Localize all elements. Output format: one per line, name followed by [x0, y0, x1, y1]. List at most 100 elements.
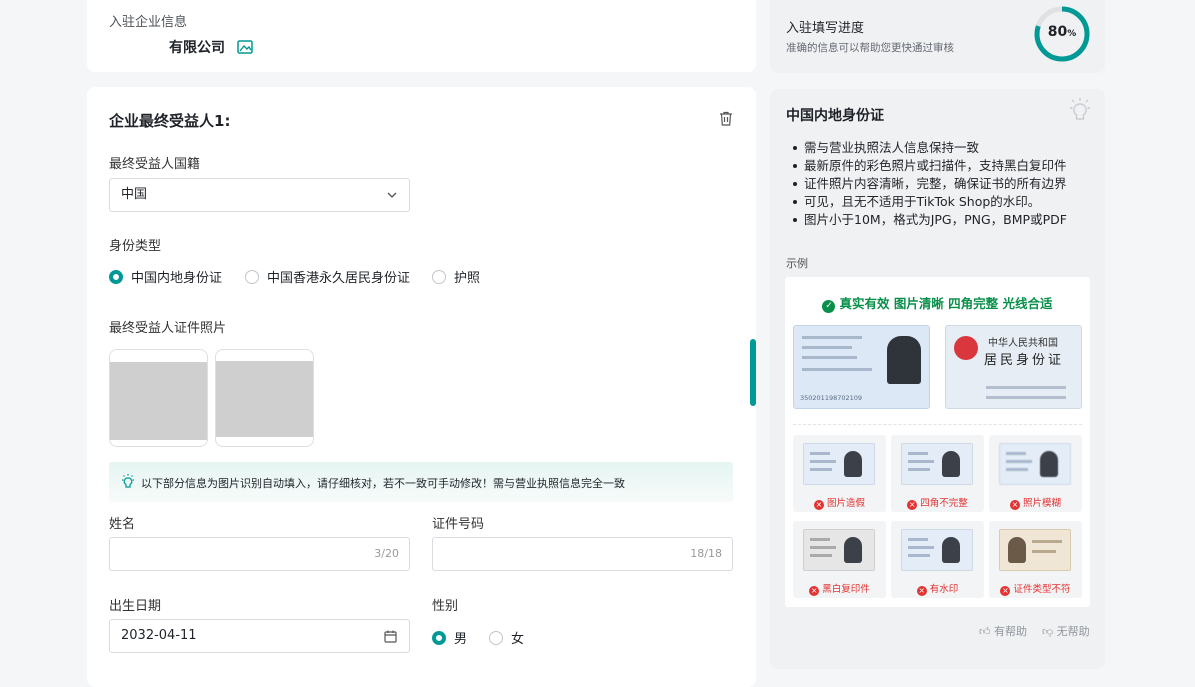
- radio-gender-male[interactable]: 男: [432, 628, 467, 647]
- bad-example: × 有水印: [891, 521, 984, 598]
- bad-example: × 四角不完整: [891, 435, 984, 512]
- radio-id-passport[interactable]: 护照: [432, 267, 480, 286]
- x-circle-icon: ×: [907, 500, 918, 510]
- progress-title: 入驻填写进度: [786, 21, 865, 36]
- bad-example: × 照片模糊: [989, 435, 1082, 512]
- company-info-card: 入驻企业信息 有限公司: [87, 0, 756, 72]
- id-text-lines: [802, 356, 857, 359]
- divider: [793, 424, 1082, 425]
- bad-caption-text: 证件类型不符: [1013, 584, 1071, 595]
- id-back-line2: 居民身份证: [984, 353, 1065, 368]
- bad-caption-text: 四角不完整: [920, 498, 968, 509]
- ocr-notice: 以下部分信息为图片识别自动填入，请仔细核对，若不一致可手动修改！需与营业执照信息…: [109, 462, 733, 502]
- id-number-input[interactable]: 18/18: [432, 537, 733, 571]
- radio-label: 女: [511, 632, 525, 647]
- id-text-lines: [802, 368, 872, 371]
- bad-example: × 证件类型不符: [989, 521, 1082, 598]
- id-type-label: 身份类型: [109, 239, 162, 254]
- helpful-label: 有帮助: [994, 625, 1027, 638]
- radio-dot-selected: [109, 269, 123, 284]
- id-back-line1: 中华人民共和国: [988, 338, 1058, 349]
- radio-label: 中国香港永久居民身份证: [267, 271, 411, 286]
- photos-label: 最终受益人证件照片: [109, 321, 227, 336]
- id-text-lines: [986, 396, 1066, 399]
- bad-caption-text: 照片模糊: [1022, 498, 1061, 509]
- bad-example: × 图片造假: [793, 435, 886, 512]
- photo-placeholder: [110, 362, 207, 440]
- id-thumb: [999, 443, 1071, 485]
- good-caption: 真实有效 图片清晰 四角完整 光线合适: [839, 296, 1053, 311]
- id-photo-front-thumb[interactable]: [109, 349, 208, 447]
- radio-id-mainland[interactable]: 中国内地身份证: [109, 267, 222, 286]
- bulb-icon: [1070, 98, 1090, 120]
- help-bullet-continuation: 可见，且无不适用于TikTok Shop的水印。: [790, 193, 1100, 211]
- example-box: ✓ 真实有效 图片清晰 四角完整 光线合适 350201198702109 中华人…: [785, 277, 1090, 607]
- thumbs-up-icon: 👍︎: [979, 625, 991, 638]
- id-number-text: 350201198702109: [800, 394, 863, 402]
- bad-caption: × 证件类型不符: [989, 581, 1082, 596]
- radio-gender-female[interactable]: 女: [489, 628, 524, 647]
- beneficiary-card: 企业最终受益人1: 最终受益人国籍 中国 身份类型 中国内地身份证 中国香港永久…: [87, 87, 756, 687]
- beneficiary-title: 企业最终受益人1:: [109, 112, 231, 130]
- bad-example: × 黑白复印件: [793, 521, 886, 598]
- help-panel: 中国内地身份证 需与营业执照法人信息保持一致 最新原件的彩色照片或扫描件，支持黑…: [770, 89, 1105, 669]
- not-helpful-button[interactable]: 👎︎ 无帮助: [1042, 623, 1090, 639]
- id-thumb: [803, 443, 875, 485]
- scroll-indicator[interactable]: [750, 339, 756, 406]
- id-text-lines: [802, 336, 862, 339]
- nationality-select[interactable]: 中国: [109, 178, 410, 212]
- x-circle-icon: ×: [809, 586, 820, 596]
- bad-caption: × 照片模糊: [989, 495, 1082, 510]
- id-text-lines: [802, 346, 852, 349]
- birth-date-value: 2032-04-11: [121, 628, 197, 643]
- help-bullet: 图片小于10M，格式为JPG，PNG，BMP或PDF: [790, 211, 1100, 229]
- id-number-label: 证件号码: [432, 517, 485, 532]
- id-thumb: [901, 529, 973, 571]
- bad-caption: × 图片造假: [793, 495, 886, 510]
- radio-dot: [432, 269, 446, 284]
- bad-caption: × 四角不完整: [891, 495, 984, 510]
- help-bullet: 需与营业执照法人信息保持一致: [790, 139, 1100, 157]
- progress-percent-sign: %: [1067, 29, 1077, 39]
- progress-number: 80: [1047, 24, 1068, 40]
- birth-date-input[interactable]: 2032-04-11: [109, 619, 410, 653]
- name-counter: 3/20: [374, 547, 399, 560]
- bad-caption-text: 有水印: [929, 584, 959, 595]
- progress-percent: 80%: [1034, 24, 1090, 40]
- id-text-lines: [986, 386, 1066, 389]
- helpful-button[interactable]: 👍︎ 有帮助: [979, 623, 1027, 639]
- name-input[interactable]: 3/20: [109, 537, 410, 571]
- check-circle-icon: ✓: [822, 300, 836, 313]
- bad-caption-text: 黑白复印件: [822, 584, 870, 595]
- emblem-icon: [954, 336, 978, 360]
- good-caption-row: ✓ 真实有效 图片清晰 四角完整 光线合适: [785, 293, 1090, 313]
- bad-caption-text: 图片造假: [826, 498, 865, 509]
- image-icon[interactable]: [237, 40, 253, 54]
- calendar-icon: [384, 630, 397, 643]
- id-thumb: [901, 443, 973, 485]
- help-bullets: 需与营业执照法人信息保持一致 最新原件的彩色照片或扫描件，支持黑白复印件 证件照…: [790, 139, 1100, 229]
- radio-id-hongkong[interactable]: 中国香港永久居民身份证: [245, 267, 410, 286]
- example-label: 示例: [786, 257, 808, 270]
- help-title: 中国内地身份证: [786, 108, 884, 124]
- x-circle-icon: ×: [916, 586, 927, 596]
- bad-caption: × 有水印: [891, 581, 984, 596]
- company-section-label: 入驻企业信息: [109, 15, 188, 30]
- radio-dot: [489, 630, 503, 645]
- x-circle-icon: ×: [1009, 500, 1020, 510]
- id-card-back-example: 中华人民共和国 居民身份证: [945, 325, 1082, 409]
- trash-icon[interactable]: [719, 111, 733, 126]
- id-portrait: [887, 336, 921, 384]
- radio-label: 中国内地身份证: [131, 271, 223, 286]
- radio-dot: [245, 269, 259, 284]
- id-photo-back-thumb[interactable]: [215, 349, 314, 447]
- bad-caption: × 黑白复印件: [793, 581, 886, 596]
- company-name: 有限公司: [169, 40, 225, 56]
- birth-label: 出生日期: [109, 599, 162, 614]
- thumbs-down-icon: 👎︎: [1042, 625, 1054, 638]
- bulb-icon: [122, 474, 134, 488]
- id-thumb: [803, 529, 875, 571]
- id-card-front-example: 350201198702109: [793, 325, 930, 409]
- id-number-counter: 18/18: [690, 547, 722, 560]
- nationality-value: 中国: [121, 187, 148, 202]
